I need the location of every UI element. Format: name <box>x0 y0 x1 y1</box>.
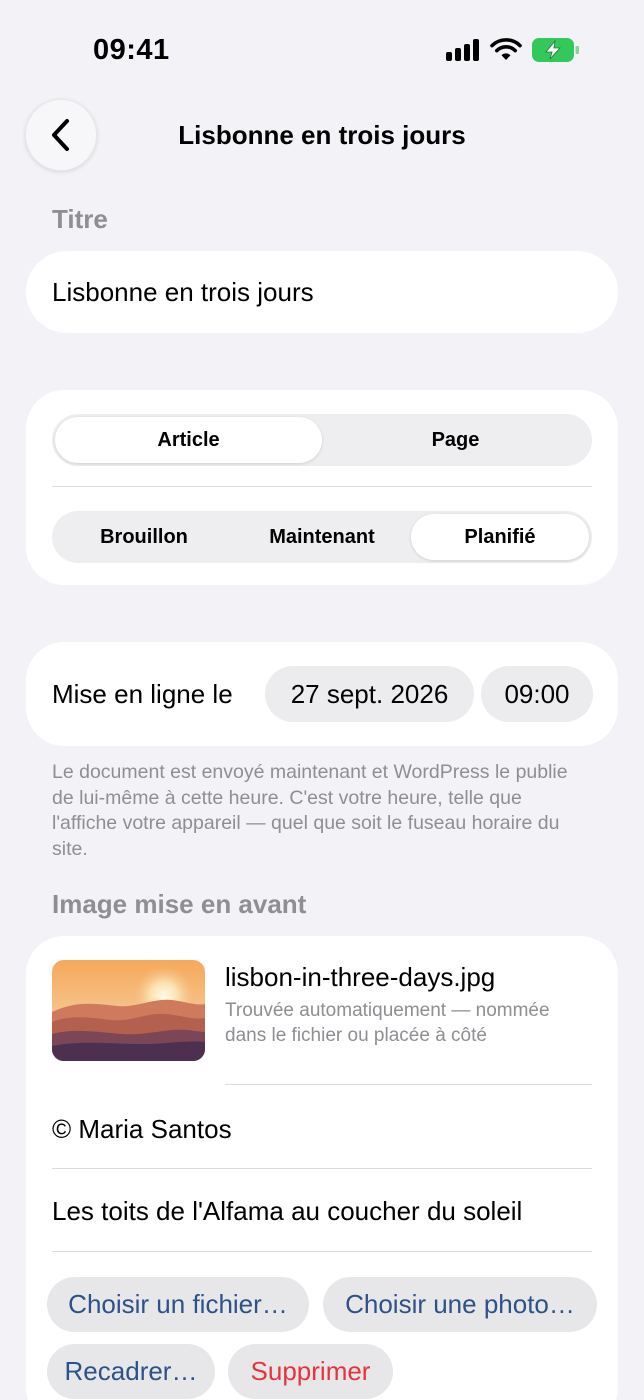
battery-charging-icon <box>532 38 579 62</box>
crop-button[interactable]: Recadrer… <box>47 1344 215 1399</box>
divider <box>225 1084 592 1085</box>
divider <box>52 486 592 487</box>
schedule-card: Mise en ligne le 27 sept. 2026 09:00 <box>26 642 618 746</box>
schedule-footnote: Le document est envoyé maintenant et Wor… <box>52 761 568 860</box>
segment-page[interactable]: Page <box>322 417 589 463</box>
featured-image-label: Image mise en avant <box>52 889 307 919</box>
time-picker-button[interactable]: 09:00 <box>481 666 593 722</box>
title-input[interactable]: Lisbonne en trois jours <box>26 251 618 333</box>
segment-now[interactable]: Maintenant <box>233 514 411 560</box>
wifi-icon <box>490 38 522 60</box>
segment-article[interactable]: Article <box>55 417 322 463</box>
segment-draft[interactable]: Brouillon <box>55 514 233 560</box>
featured-image-card: lisbon-in-three-days.jpg Trouvée automat… <box>26 936 618 1400</box>
post-options-card: Article Page Brouillon Maintenant Planif… <box>26 390 618 585</box>
schedule-label: Mise en ligne le <box>52 679 233 709</box>
title-input-value: Lisbonne en trois jours <box>52 276 314 307</box>
date-picker-button[interactable]: 27 sept. 2026 <box>265 666 474 722</box>
signal-icon <box>446 39 479 61</box>
featured-image-thumbnail <box>52 960 205 1061</box>
featured-image-filename: lisbon-in-three-days.jpg <box>225 962 496 992</box>
delete-button[interactable]: Supprimer <box>228 1344 393 1399</box>
featured-image-note: Trouvée automatiquement — nommée dans le… <box>225 1000 550 1046</box>
image-credit[interactable]: © Maria Santos <box>52 1114 232 1145</box>
post-type-segmented-control: Article Page <box>52 414 592 466</box>
status-time: 09:41 <box>93 34 170 66</box>
choose-photo-button[interactable]: Choisir une photo… <box>323 1277 597 1332</box>
segment-scheduled[interactable]: Planifié <box>411 514 589 560</box>
publish-mode-segmented-control: Brouillon Maintenant Planifié <box>52 511 592 563</box>
divider <box>52 1251 592 1252</box>
image-caption[interactable]: Les toits de l'Alfama au coucher du sole… <box>52 1196 522 1227</box>
choose-file-button[interactable]: Choisir un fichier… <box>47 1277 309 1332</box>
page-title: Lisbonne en trois jours <box>178 120 466 150</box>
title-section-label: Titre <box>52 204 108 234</box>
status-bar: 09:41 <box>0 0 644 100</box>
divider <box>52 1168 592 1169</box>
status-icons <box>446 38 580 62</box>
